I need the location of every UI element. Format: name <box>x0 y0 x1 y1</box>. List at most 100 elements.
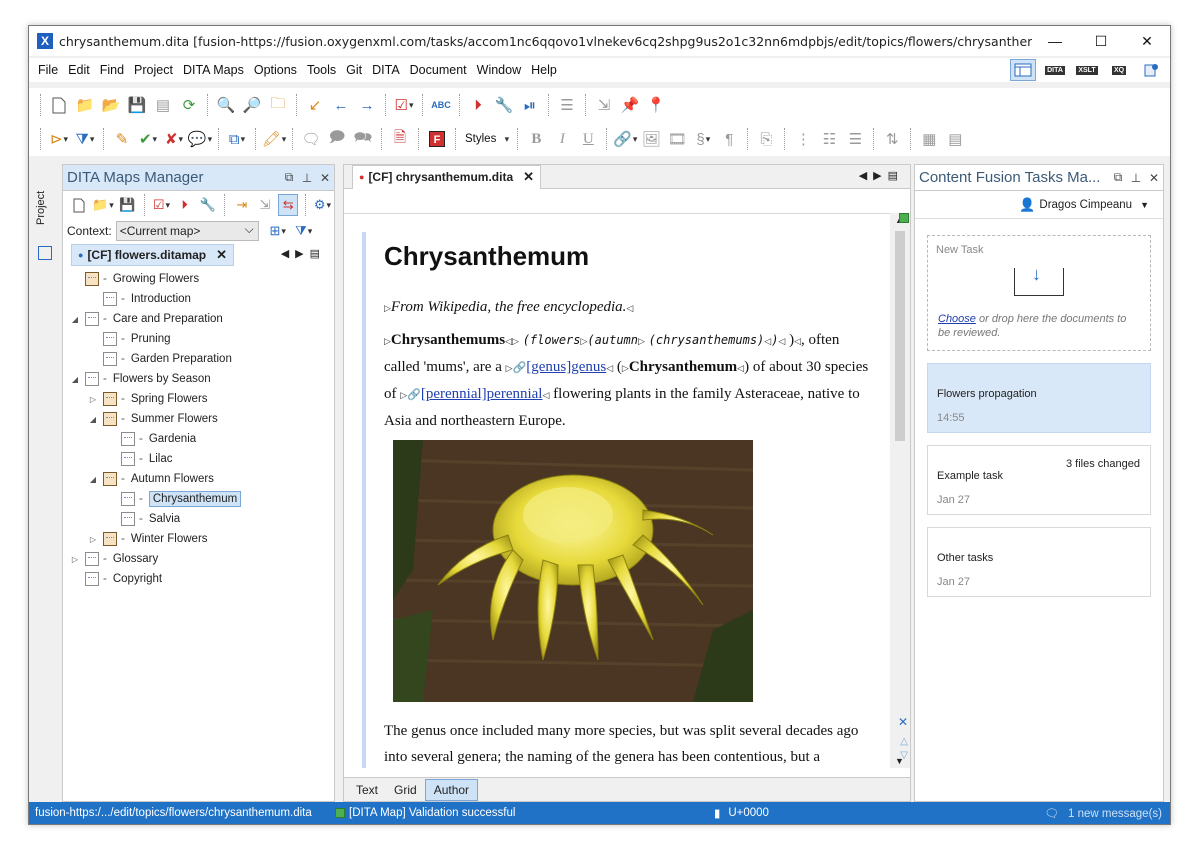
menu-tools[interactable]: Tools <box>302 63 341 77</box>
pin-icon[interactable]: 📌 <box>619 94 641 116</box>
user-menu[interactable]: 👤 Dragos Cimpeanu ▼ <box>915 191 1163 219</box>
expanded-chevron-icon[interactable]: ◢ <box>87 415 99 424</box>
tree-item[interactable]: ◢ - Autumn Flowers <box>63 469 334 489</box>
task-card[interactable]: Other tasks Jan 27 <box>927 527 1151 597</box>
next-change-icon[interactable]: ▽ <box>900 750 908 761</box>
paragraph-1[interactable]: ▷Chrysanthemums◁▷ (flowers▷(autumn▷ (chr… <box>384 327 874 434</box>
dita-perspective-icon[interactable]: DITA <box>1042 59 1068 81</box>
back-arrow-icon[interactable]: ← <box>330 94 352 116</box>
spell-check-icon[interactable]: ABC <box>430 94 452 116</box>
insert-table-icon[interactable]: ▦ <box>918 128 940 150</box>
edit-reference-icon[interactable]: ⇲ <box>255 194 274 216</box>
tree-item[interactable]: ▷ - Winter Flowers <box>63 529 334 549</box>
reject-change-icon[interactable]: ✘ <box>163 128 185 150</box>
link-with-editor-icon[interactable]: ⇆ <box>278 194 298 216</box>
manage-reviews-icon[interactable]: 🗎 <box>389 128 411 150</box>
float-panel-icon[interactable]: ⧉ <box>1109 170 1127 185</box>
remove-markers-icon[interactable]: ✕ <box>898 715 908 729</box>
paragraph-2[interactable]: The genus once included many more specie… <box>384 718 874 768</box>
bold-icon[interactable]: B <box>525 128 547 150</box>
menu-document[interactable]: Document <box>405 63 472 77</box>
underline-icon[interactable]: U <box>577 128 599 150</box>
expanded-chevron-icon[interactable]: ◢ <box>69 315 81 324</box>
outline-view-icon[interactable] <box>38 246 52 260</box>
task-card[interactable]: 3 files changed Example task Jan 27 <box>927 445 1151 515</box>
tree-item[interactable]: - Chrysanthemum <box>63 489 334 509</box>
collapsed-chevron-icon[interactable]: ▷ <box>69 555 81 564</box>
project-view-tab[interactable]: Project <box>35 178 57 238</box>
tab-navigation-icon[interactable]: ◀▶▤ <box>281 247 326 260</box>
tags-display-icon[interactable]: ⊳ <box>48 128 70 150</box>
menu-project[interactable]: Project <box>129 63 178 77</box>
xslt-perspective-icon[interactable]: XSLT <box>1074 59 1100 81</box>
minimize-button[interactable]: — <box>1032 26 1078 56</box>
find-icon[interactable]: 🔍 <box>215 94 237 116</box>
mode-grid[interactable]: Grid <box>386 780 425 800</box>
section-icon[interactable]: § <box>692 128 714 150</box>
insert-image-icon[interactable]: 🖼 <box>640 128 662 150</box>
undo-move-icon[interactable]: ↙ <box>304 94 326 116</box>
menu-find[interactable]: Find <box>95 63 129 77</box>
expanded-chevron-icon[interactable]: ◢ <box>69 375 81 384</box>
validate-icon[interactable]: ☑ <box>393 94 415 116</box>
xquery-perspective-icon[interactable]: XQ <box>1106 59 1132 81</box>
open-folder-icon[interactable]: 📁 <box>74 94 96 116</box>
close-window-button[interactable]: ✕ <box>1124 26 1170 56</box>
close-panel-icon[interactable]: ✕ <box>316 171 334 185</box>
editor-perspective-icon[interactable] <box>1010 59 1036 81</box>
format-indent-icon[interactable]: ☰ <box>556 94 578 116</box>
reload-icon[interactable]: ⟳ <box>178 94 200 116</box>
save-map-icon[interactable]: 💾 <box>118 194 137 216</box>
messages-status[interactable]: 🗨 1 new message(s) <box>1044 806 1162 820</box>
expanded-chevron-icon[interactable]: ◢ <box>87 475 99 484</box>
menu-window[interactable]: Window <box>472 63 526 77</box>
pin-green-icon[interactable]: 📍 <box>645 94 667 116</box>
task-card[interactable]: Flowers propagation 14:55 <box>927 363 1151 433</box>
collapsed-chevron-icon[interactable]: ▷ <box>87 535 99 544</box>
debug-transformation-icon[interactable]: ⏯ <box>519 94 541 116</box>
find-in-files-icon[interactable]: 🔎 <box>241 94 263 116</box>
conref-icon[interactable]: ⎘ <box>755 128 777 150</box>
find-in-folder-icon[interactable]: 🗀 <box>267 94 289 116</box>
prev-change-icon[interactable]: △ <box>900 736 908 747</box>
tree-item[interactable]: - Lilac <box>63 449 334 469</box>
styles-dropdown[interactable]: Styles <box>465 133 496 145</box>
apply-transformation-icon[interactable]: ⏵ <box>467 94 489 116</box>
menu-file[interactable]: File <box>33 63 63 77</box>
table-properties-icon[interactable]: ▤ <box>944 128 966 150</box>
paragraph-icon[interactable]: ¶ <box>718 128 740 150</box>
open-map-icon[interactable]: 📁 <box>92 194 114 216</box>
chrysanthemum-image[interactable] <box>393 440 753 702</box>
map-filter-icon[interactable]: ⧩ <box>293 220 315 242</box>
pin-panel-icon[interactable]: ⊥ <box>1127 171 1145 185</box>
insert-reference-icon[interactable]: ⇥ <box>232 194 251 216</box>
configure-map-transform-icon[interactable]: 🔧 <box>198 194 217 216</box>
database-perspective-icon[interactable] <box>1138 59 1164 81</box>
tab-flowers-ditamap[interactable]: ● [CF] flowers.ditamap ✕ <box>71 244 235 266</box>
shortdesc[interactable]: ▷From Wikipedia, the free encyclopedia.◁ <box>384 294 874 321</box>
context-select[interactable]: <Current map> <box>115 220 259 241</box>
scrollbar-thumb[interactable] <box>895 231 905 441</box>
maximize-button[interactable]: ☐ <box>1078 26 1124 56</box>
copy-icon[interactable]: ⧉ <box>226 128 248 150</box>
unordered-list-icon[interactable]: ☰ <box>844 128 866 150</box>
tree-item[interactable]: - Salvia <box>63 509 334 529</box>
run-transformation-icon[interactable]: ⏵ <box>175 194 194 216</box>
menu-dita[interactable]: DITA <box>367 63 405 77</box>
ordered-list-icon[interactable]: ☷ <box>818 128 840 150</box>
editor-tab-navigation-icon[interactable]: ◀▶▤ <box>859 169 904 182</box>
styles-chevron-icon[interactable] <box>502 128 510 150</box>
menu-options[interactable]: Options <box>249 63 302 77</box>
document-view[interactable]: Chrysanthemum ▷From Wikipedia, the free … <box>344 213 891 768</box>
remove-comment-icon[interactable]: 🗪 <box>352 128 374 150</box>
settings-gear-icon[interactable]: ⚙ <box>313 194 332 216</box>
collapsed-chevron-icon[interactable]: ▷ <box>87 395 99 404</box>
menu-git[interactable]: Git <box>341 63 367 77</box>
tree-item[interactable]: ▷ - Spring Flowers <box>63 389 334 409</box>
tree-item[interactable]: - Pruning <box>63 329 334 349</box>
validate-map-icon[interactable]: ☑ <box>152 194 171 216</box>
highlight-icon[interactable]: 🖍 <box>262 128 285 150</box>
close-panel-icon[interactable]: ✕ <box>1145 171 1163 185</box>
tree-item[interactable]: ◢ - Care and Preparation <box>63 309 334 329</box>
accept-change-icon[interactable]: ✔ <box>137 128 159 150</box>
